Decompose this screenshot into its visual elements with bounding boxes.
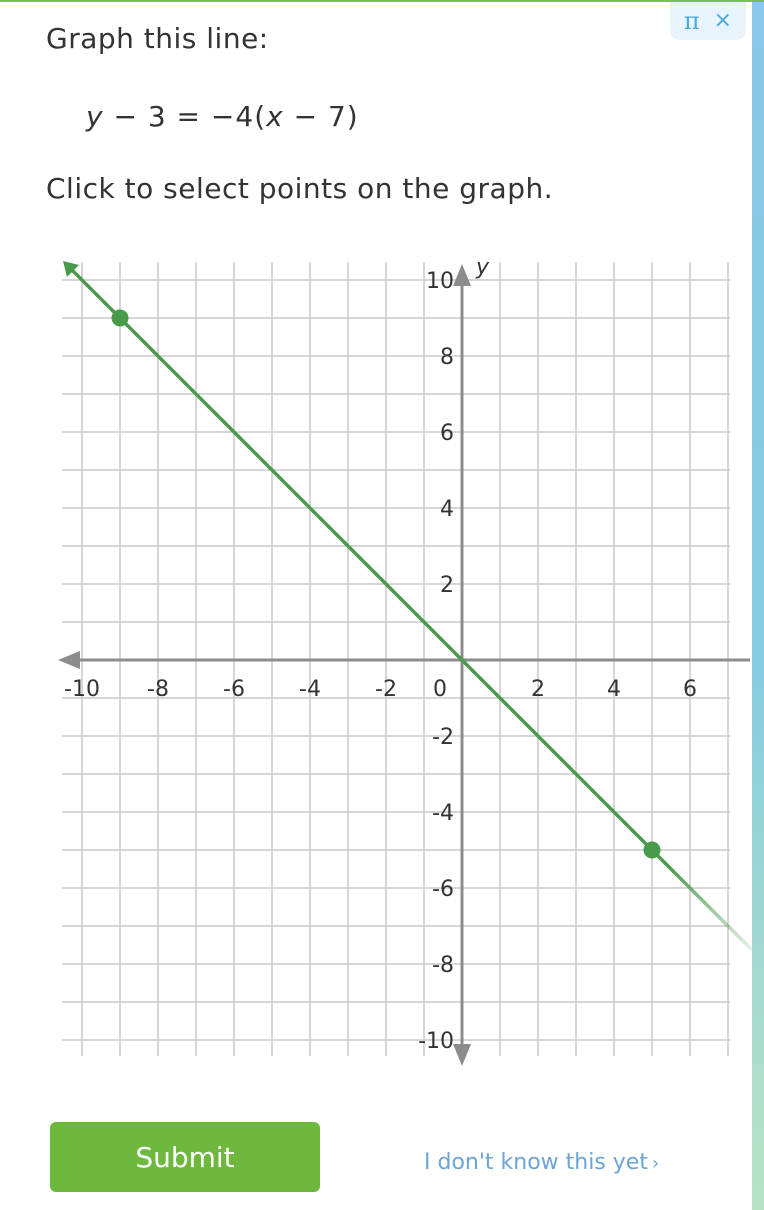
tick-labels: y -10 -8 -6 -4 -2 0 2 4 6 10 8 6 4 2 -2 -4 -6 -8 -10 xyxy=(64,255,697,1054)
x-tick-label: 4 xyxy=(607,677,621,702)
x-tick-label: 0 xyxy=(433,677,447,702)
y-axis-down-arrow-icon xyxy=(453,1044,471,1066)
y-tick-label: -6 xyxy=(432,877,454,902)
close-icon[interactable]: × xyxy=(714,10,732,32)
equation: y − 3 = −4(x − 7) xyxy=(86,100,359,133)
coordinate-graph[interactable]: y -10 -8 -6 -4 -2 0 2 4 6 10 8 6 4 2 -2 -4 -6 -8 -10 xyxy=(0,240,752,1070)
question-prompt: Graph this line: xyxy=(46,22,269,55)
y-tick-label: 10 xyxy=(426,269,454,294)
y-axis-up-arrow-icon xyxy=(453,264,471,286)
chevron-right-icon: › xyxy=(651,1153,660,1174)
y-tick-label: 6 xyxy=(440,421,454,446)
x-tick-label: 6 xyxy=(683,677,697,702)
pi-icon[interactable]: π xyxy=(684,9,700,33)
y-tick-label: -8 xyxy=(432,953,454,978)
x-tick-label: -6 xyxy=(223,677,245,702)
x-tick-label: -2 xyxy=(375,677,397,702)
equation-left: − 3 = −4( xyxy=(103,100,267,133)
y-tick-label: -4 xyxy=(432,801,454,826)
dont-know-label: I don't know this yet xyxy=(424,1150,648,1175)
dont-know-link[interactable]: I don't know this yet › xyxy=(424,1150,659,1175)
right-scroll-bar xyxy=(752,2,764,1210)
axes xyxy=(58,264,750,1066)
x-tick-label: 2 xyxy=(531,677,545,702)
y-tick-label: 8 xyxy=(440,345,454,370)
y-tick-label: 4 xyxy=(440,497,454,522)
y-axis-label: y xyxy=(475,255,490,280)
x-tick-label: -4 xyxy=(299,677,321,702)
top-accent-line xyxy=(0,0,764,2)
equation-y: y xyxy=(86,100,104,133)
graph-point xyxy=(643,841,661,859)
x-axis-arrow-icon xyxy=(58,651,80,669)
graph-point xyxy=(111,309,129,327)
equation-right: − 7) xyxy=(283,100,359,133)
submit-button[interactable]: Submit xyxy=(50,1122,320,1192)
instruction-text: Click to select points on the graph. xyxy=(46,172,554,205)
x-tick-label: -8 xyxy=(147,677,169,702)
tools-panel: π × xyxy=(670,2,746,40)
equation-x: x xyxy=(266,100,284,133)
y-tick-label: -10 xyxy=(418,1029,454,1054)
x-tick-label: -10 xyxy=(64,677,100,702)
y-tick-label: -2 xyxy=(432,725,454,750)
y-tick-label: 2 xyxy=(440,573,454,598)
